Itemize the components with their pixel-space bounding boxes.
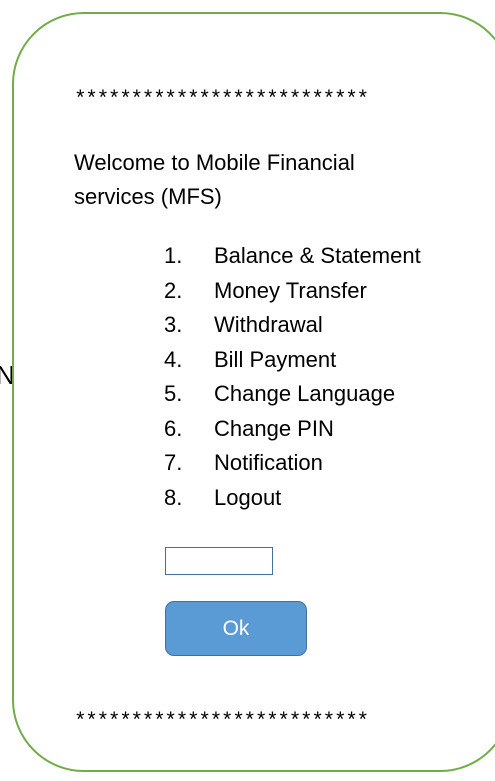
top-asterisk-divider: ************************** <box>74 89 369 112</box>
menu-item-label: Notification <box>214 450 323 475</box>
menu-item-notification[interactable]: 7. Notification <box>164 446 421 481</box>
welcome-message: Welcome to Mobile Financial services (MF… <box>74 150 355 209</box>
menu-item-label: Balance & Statement <box>214 243 421 268</box>
menu-item-withdrawal[interactable]: 3. Withdrawal <box>164 308 421 343</box>
menu-item-change-language[interactable]: 5. Change Language <box>164 377 421 412</box>
menu-item-money-transfer[interactable]: 2. Money Transfer <box>164 274 421 309</box>
menu-item-label: Bill Payment <box>214 346 337 372</box>
menu-item-number: 1. <box>164 243 183 268</box>
mobile-screen-frame: ************************** Welcome to Mo… <box>12 12 495 772</box>
menu-item-change-pin[interactable]: 6. Change PIN <box>164 412 421 447</box>
menu-item-number: 2. <box>164 277 183 303</box>
ok-button[interactable]: Ok <box>165 601 307 656</box>
menu-item-number: 7. <box>164 450 183 475</box>
menu-item-balance-statement[interactable]: 1. Balance & Statement <box>164 239 421 274</box>
menu-item-logout[interactable]: 8. Logout <box>164 481 421 516</box>
menu-item-number: 6. <box>164 415 183 441</box>
menu-item-label: Logout <box>214 484 282 510</box>
menu-item-number: 4. <box>164 346 183 372</box>
menu-item-label: Money Transfer <box>214 277 367 303</box>
menu-item-bill-payment[interactable]: 4. Bill Payment <box>164 343 421 378</box>
menu-item-label: Change Language <box>214 381 396 406</box>
menu-item-number: 3. <box>164 312 183 337</box>
menu-item-number: 5. <box>164 381 183 406</box>
option-input[interactable] <box>165 547 273 575</box>
menu-item-label: Withdrawal <box>214 312 323 337</box>
menu-item-label: Change PIN <box>214 415 334 441</box>
mfs-menu: 1. Balance & Statement 2. Money Transfer… <box>164 239 421 515</box>
bottom-asterisk-divider: ************************** <box>74 711 369 734</box>
menu-item-number: 8. <box>164 484 183 510</box>
